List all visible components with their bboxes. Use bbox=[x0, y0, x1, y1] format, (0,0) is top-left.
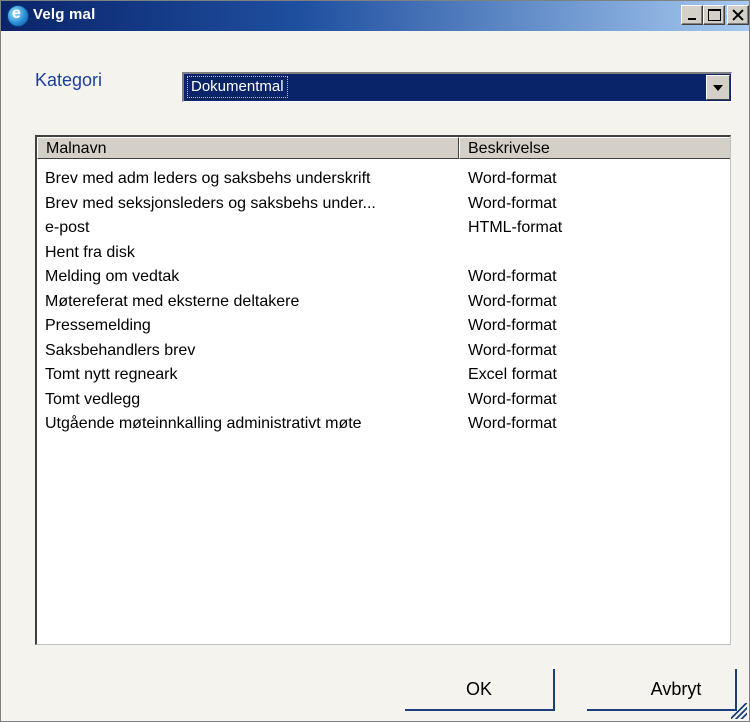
list-rows: Brev med adm leders og saksbehs underskr… bbox=[37, 167, 730, 437]
list-item[interactable]: Tomt nytt regneark Excel format bbox=[37, 363, 730, 388]
template-name: Saksbehandlers brev bbox=[45, 341, 196, 359]
category-label: Kategori bbox=[35, 70, 103, 90]
template-name: e-post bbox=[45, 219, 90, 236]
chevron-down-icon[interactable] bbox=[706, 75, 730, 100]
list-item[interactable]: Brev med adm leders og saksbehs underskr… bbox=[37, 167, 730, 192]
maximize-button[interactable] bbox=[703, 5, 725, 25]
list-header: Malnavn Beskrivelse bbox=[37, 137, 730, 161]
resize-grip-icon[interactable] bbox=[731, 703, 747, 719]
template-description: Word-format bbox=[468, 390, 557, 408]
template-description: Word-format bbox=[468, 317, 557, 334]
template-description: Word-format bbox=[468, 292, 557, 310]
template-name: Brev med adm leders og saksbehs underskr… bbox=[45, 170, 371, 187]
template-name: Melding om vedtak bbox=[45, 268, 180, 285]
template-description: Word-format bbox=[468, 194, 557, 212]
template-list[interactable]: Malnavn Beskrivelse Brev med adm leders … bbox=[35, 135, 731, 645]
template-name: Utgående møteinnkalling administrativt m… bbox=[45, 415, 362, 432]
list-item[interactable]: Utgående møteinnkalling administrativt m… bbox=[37, 412, 730, 437]
template-description: Word-format bbox=[468, 415, 557, 432]
template-description: HTML-format bbox=[468, 219, 563, 236]
dialog-window: Velg mal Kategori Dokumentmal Malnavn Be… bbox=[0, 0, 750, 722]
cancel-button[interactable]: Avbryt bbox=[587, 669, 737, 711]
list-item[interactable]: e-post HTML-format bbox=[37, 216, 730, 241]
column-header-malnavn[interactable]: Malnavn bbox=[37, 137, 459, 159]
column-header-beskrivelse[interactable]: Beskrivelse bbox=[459, 137, 730, 159]
category-selected-value: Dokumentmal bbox=[187, 76, 288, 98]
list-item[interactable]: Tomt vedlegg Word-format bbox=[37, 388, 730, 413]
list-item[interactable]: Pressemelding Word-format bbox=[37, 314, 730, 339]
list-item[interactable]: Brev med seksjonsleders og saksbehs unde… bbox=[37, 192, 730, 217]
category-select[interactable]: Dokumentmal bbox=[182, 72, 732, 102]
close-button[interactable] bbox=[727, 5, 749, 25]
window-title: Velg mal bbox=[33, 6, 96, 23]
template-name: Tomt nytt regneark bbox=[45, 366, 178, 383]
list-item[interactable]: Saksbehandlers brev Word-format bbox=[37, 339, 730, 364]
template-name: Tomt vedlegg bbox=[45, 390, 141, 408]
list-item[interactable]: Møtereferat med eksterne deltakere Word-f… bbox=[37, 290, 730, 315]
template-name: Hent fra disk bbox=[45, 243, 135, 261]
minimize-button[interactable] bbox=[681, 5, 703, 25]
template-description: Word-format bbox=[468, 170, 557, 187]
list-item[interactable]: Melding om vedtak Word-format bbox=[37, 265, 730, 290]
template-description: Word-format bbox=[468, 341, 557, 359]
template-description: Word-format bbox=[468, 268, 557, 285]
list-item[interactable]: Hent fra disk bbox=[37, 241, 730, 266]
template-name: Brev med seksjonsleders og saksbehs unde… bbox=[45, 194, 376, 212]
ok-button[interactable]: OK bbox=[405, 669, 555, 711]
title-bar[interactable]: Velg mal bbox=[1, 1, 749, 31]
ie-app-icon bbox=[7, 5, 29, 27]
template-name: Pressemelding bbox=[45, 317, 151, 334]
template-name: Møtereferat med eksterne deltakere bbox=[45, 292, 300, 310]
template-description: Excel format bbox=[468, 366, 557, 383]
